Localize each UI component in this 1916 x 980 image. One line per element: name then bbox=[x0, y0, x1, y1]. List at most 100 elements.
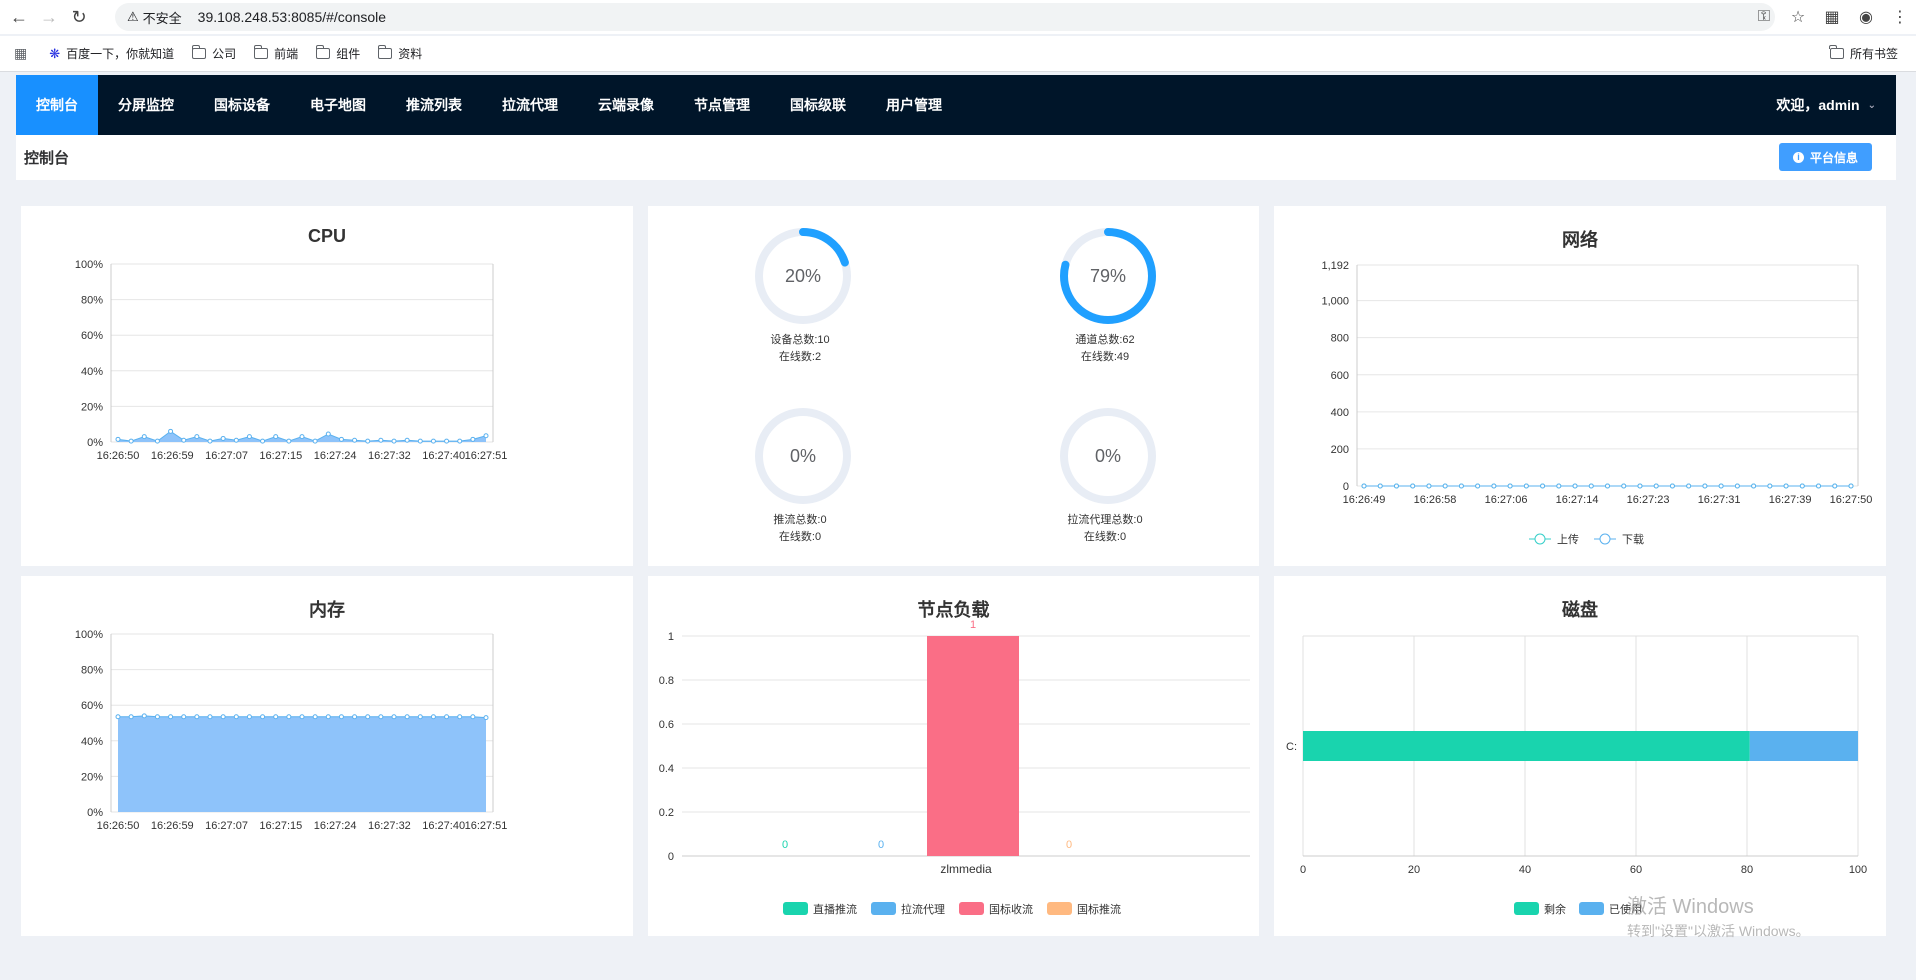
nav-map[interactable]: 电子地图 bbox=[290, 75, 386, 135]
page-title: 控制台 bbox=[24, 150, 70, 167]
address-bar[interactable]: ⚠ 不安全 39.108.248.53:8085/#/console bbox=[115, 3, 1775, 31]
network-point bbox=[1767, 483, 1773, 489]
network-x-tick: 16:27:06 bbox=[1485, 494, 1528, 506]
cpu-y-tick: 20% bbox=[81, 401, 103, 413]
nav-pull-proxy[interactable]: 拉流代理 bbox=[482, 75, 578, 135]
nav-push-list[interactable]: 推流列表 bbox=[386, 75, 482, 135]
reload-icon[interactable]: ↻ bbox=[64, 2, 94, 32]
cpu-point bbox=[299, 434, 305, 440]
bookmark-star-icon[interactable]: ☆ bbox=[1782, 3, 1814, 31]
cpu-chart: 0% 20% 40% 60% 80% 100% 16:26:50 16:26:59 16:27:… bbox=[75, 259, 508, 462]
memory-panel: 内存 0% 20% 40% 60% 80% 100% 16:26:50 16:26:59 16:… bbox=[21, 576, 633, 936]
nav-node-manage[interactable]: 节点管理 bbox=[674, 75, 770, 135]
memory-point bbox=[483, 715, 489, 721]
memory-point bbox=[194, 714, 200, 720]
network-point bbox=[1718, 483, 1724, 489]
bookmark-label: 百度一下，你就知道 bbox=[66, 47, 175, 61]
nav-cloud-record[interactable]: 云端录像 bbox=[578, 75, 674, 135]
back-icon[interactable]: ← bbox=[4, 2, 34, 32]
forward-icon[interactable]: → bbox=[34, 2, 64, 32]
cpu-y-tick: 0% bbox=[87, 437, 103, 449]
more-menu-icon[interactable]: ⋮ bbox=[1884, 3, 1916, 31]
node-load-title: 节点负载 bbox=[917, 600, 990, 620]
cpu-point bbox=[404, 437, 410, 443]
node-load-y-tick: 0.2 bbox=[659, 807, 674, 819]
cpu-x-tick: 16:27:40 bbox=[422, 450, 465, 462]
folder-icon bbox=[253, 45, 269, 59]
nav-console[interactable]: 控制台 bbox=[16, 75, 98, 135]
info-icon: i bbox=[1792, 151, 1804, 163]
cpu-point bbox=[246, 434, 252, 440]
bookmark-folder-frontend[interactable]: 前端 bbox=[253, 45, 299, 62]
folder-icon bbox=[1829, 45, 1844, 59]
gauge-line1: 拉流代理总数:0 bbox=[1067, 514, 1143, 526]
network-point bbox=[1507, 483, 1513, 489]
network-panel: 网络 0 200 400 600 800 1,000 1,192 16:26:49 16:26:… bbox=[1274, 206, 1886, 566]
network-point bbox=[1572, 483, 1578, 489]
nav-gb-cascade[interactable]: 国标级联 bbox=[770, 75, 866, 135]
memory-point bbox=[325, 714, 331, 720]
node-load-data-label: 0 bbox=[782, 839, 788, 851]
apps-grid-icon[interactable]: ▦ bbox=[14, 45, 27, 62]
nav-gb-devices[interactable]: 国标设备 bbox=[194, 75, 290, 135]
node-load-legend-swatch bbox=[871, 902, 896, 915]
memory-y-tick: 80% bbox=[81, 665, 103, 677]
page-header: 控制台 i 平台信息 bbox=[16, 135, 1896, 180]
all-bookmarks[interactable]: 所有书签 bbox=[1829, 45, 1898, 62]
memory-title: 内存 bbox=[309, 600, 345, 620]
memory-point bbox=[312, 714, 318, 720]
node-load-legend-label: 直播推流 bbox=[813, 902, 857, 916]
network-x-tick: 16:27:50 bbox=[1830, 494, 1873, 506]
nav-split-monitor[interactable]: 分屏监控 bbox=[98, 75, 194, 135]
disk-x-tick: 80 bbox=[1741, 864, 1753, 876]
cpu-panel: CPU 0% 20% 40% 60% 80% 100% 16:26:50 16:26:59 16… bbox=[21, 206, 633, 566]
memory-point bbox=[444, 714, 450, 720]
memory-x-tick: 16:27:40 bbox=[422, 820, 465, 832]
cpu-point bbox=[470, 436, 476, 442]
network-y-tick: 400 bbox=[1331, 407, 1349, 419]
cpu-point bbox=[417, 438, 423, 444]
gauge-percent: 20% bbox=[785, 266, 821, 286]
bookmark-label: 前端 bbox=[274, 47, 299, 61]
node-load-y-tick: 0 bbox=[668, 851, 674, 863]
bookmark-folder-components[interactable]: 组件 bbox=[315, 45, 361, 62]
memory-x-tick: 16:27:24 bbox=[314, 820, 357, 832]
memory-y-tick: 0% bbox=[87, 807, 103, 819]
gauge-percent: 79% bbox=[1090, 266, 1126, 286]
bookmark-folder-company[interactable]: 公司 bbox=[191, 45, 236, 62]
cpu-x-tick: 16:26:59 bbox=[151, 450, 194, 462]
disk-x-tick: 40 bbox=[1519, 864, 1531, 876]
cpu-point bbox=[338, 436, 344, 442]
warning-icon: ⚠ bbox=[127, 9, 139, 24]
bookmark-baidu[interactable]: ❋ 百度一下，你就知道 bbox=[49, 45, 174, 62]
network-point bbox=[1361, 483, 1367, 489]
node-load-panel: 节点负载 0 0.2 0.4 0.6 0.8 1 0 0 1 0 zlmmedia 直播推流 拉流代理国… bbox=[648, 576, 1259, 936]
cpu-point bbox=[325, 431, 331, 437]
platform-info-button[interactable]: i 平台信息 bbox=[1778, 143, 1872, 171]
password-key-icon[interactable]: ⚿ bbox=[1748, 3, 1780, 31]
bookmarks-bar: ▦ ❋ 百度一下，你就知道 公司 前端 组件 资料 所有书签 bbox=[0, 36, 1916, 72]
cpu-point bbox=[286, 438, 292, 444]
cpu-point bbox=[220, 435, 226, 441]
disk-legend-label: 剩余 bbox=[1544, 902, 1566, 916]
not-secure-indicator[interactable]: ⚠ 不安全 bbox=[127, 8, 182, 27]
cpu-point bbox=[233, 437, 239, 443]
gauge-line2: 在线数:2 bbox=[778, 351, 822, 363]
disk-x-tick: 60 bbox=[1630, 864, 1642, 876]
user-menu[interactable]: 欢迎，admin ⌄ bbox=[1776, 75, 1876, 135]
memory-area bbox=[118, 715, 486, 812]
node-load-legend-swatch bbox=[959, 902, 984, 915]
node-load-y-tick: 1 bbox=[668, 631, 674, 643]
memory-point bbox=[286, 714, 292, 720]
cpu-title: CPU bbox=[307, 226, 346, 246]
bookmark-label: 组件 bbox=[336, 47, 361, 61]
nav-user-manage[interactable]: 用户管理 bbox=[866, 75, 962, 135]
extensions-icon[interactable]: ▦ bbox=[1816, 3, 1848, 31]
network-point bbox=[1832, 483, 1838, 489]
profile-icon[interactable]: ◉ bbox=[1850, 3, 1882, 31]
node-load-category: zlmmedia bbox=[940, 862, 992, 876]
network-point bbox=[1377, 483, 1383, 489]
gauge-percent: 0% bbox=[1095, 446, 1121, 466]
cpu-point bbox=[141, 434, 147, 440]
bookmark-folder-materials[interactable]: 资料 bbox=[377, 45, 422, 62]
